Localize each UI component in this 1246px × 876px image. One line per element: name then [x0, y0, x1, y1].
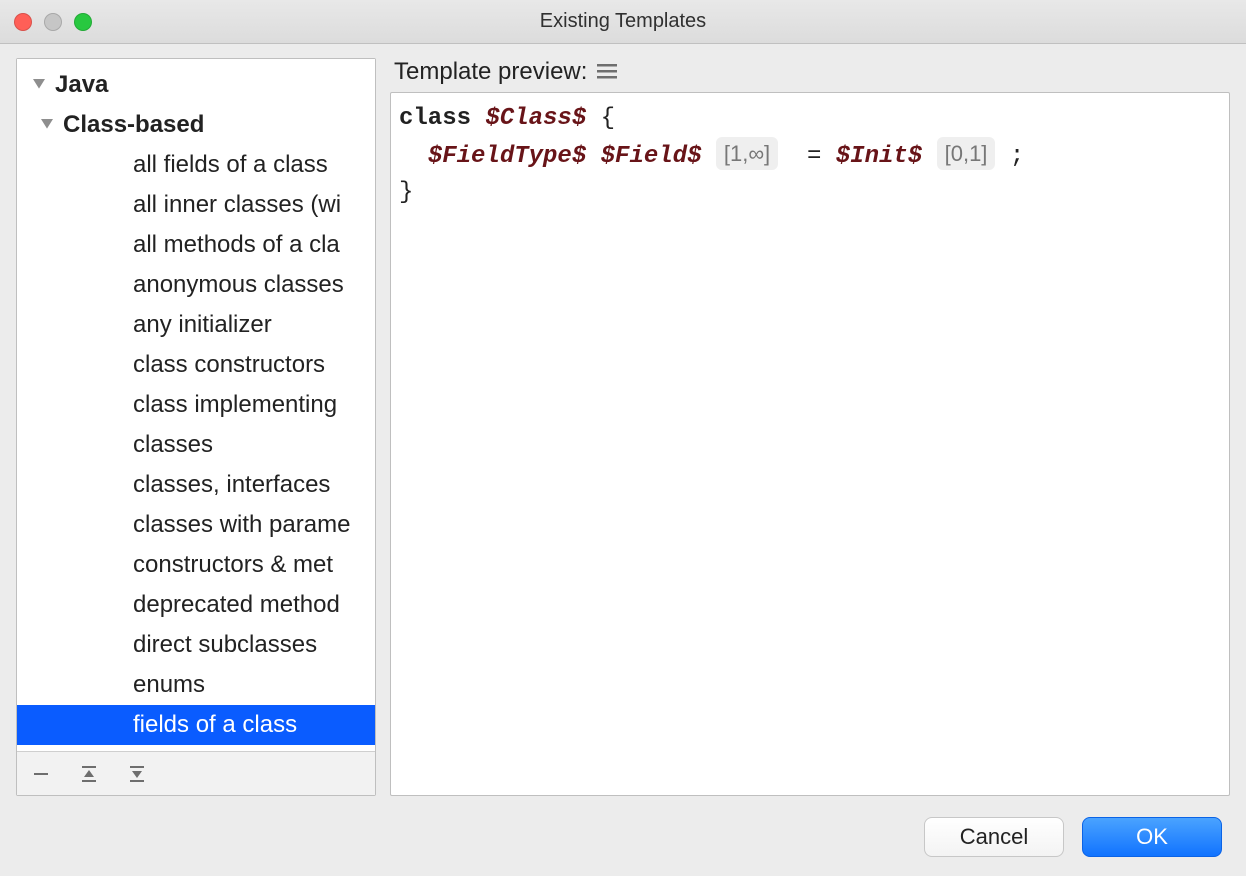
- preview-header-label: Template preview:: [394, 58, 587, 86]
- tree-leaf-label: all inner classes (wi: [133, 191, 341, 219]
- chevron-down-icon: [29, 75, 49, 95]
- tree-leaf-selected[interactable]: fields of a class: [17, 705, 375, 745]
- tree-leaf-label: classes: [133, 431, 213, 459]
- titlebar: Existing Templates: [0, 0, 1246, 44]
- code-brace-open: {: [601, 105, 615, 132]
- tree-toolbar: [17, 751, 375, 795]
- tree-leaf-label: direct subclasses: [133, 631, 317, 659]
- dialog-content: Java Class-based all fields of a class a…: [0, 44, 1246, 812]
- tree-leaf-label: anonymous classes: [133, 271, 344, 299]
- ok-button[interactable]: OK: [1082, 817, 1222, 857]
- expand-all-icon[interactable]: [79, 764, 99, 784]
- tree-leaf-label: class implementing: [133, 391, 337, 419]
- tree-leaf[interactable]: deprecated method: [17, 585, 375, 625]
- code-indent: [399, 143, 428, 170]
- tree-leaf[interactable]: enums: [17, 665, 375, 705]
- tree-leaf[interactable]: direct subclasses: [17, 625, 375, 665]
- template-tree-panel: Java Class-based all fields of a class a…: [16, 58, 376, 796]
- preview-panel: Template preview: class $Class$ { $Field…: [390, 58, 1230, 796]
- tree-leaf[interactable]: all inner classes (wi: [17, 185, 375, 225]
- tree-node-java[interactable]: Java: [17, 65, 375, 105]
- tree-leaf[interactable]: class constructors: [17, 345, 375, 385]
- tree-leaf-label: fields of a class: [133, 711, 297, 739]
- collapse-all-icon[interactable]: [127, 764, 147, 784]
- code-semi: ;: [1010, 143, 1024, 170]
- tree-node-class-based[interactable]: Class-based: [17, 105, 375, 145]
- cancel-button[interactable]: Cancel: [924, 817, 1064, 857]
- preview-header: Template preview:: [390, 58, 1230, 92]
- template-code: class $Class$ { $FieldType$ $Field$ [1,∞…: [399, 101, 1221, 211]
- tree-node-label: Class-based: [63, 111, 204, 139]
- tree-leaf[interactable]: any initializer: [17, 305, 375, 345]
- preview-code-area[interactable]: class $Class$ { $FieldType$ $Field$ [1,∞…: [390, 92, 1230, 796]
- tree-leaf[interactable]: classes with parame: [17, 505, 375, 545]
- tree-leaf[interactable]: all fields of a class: [17, 145, 375, 185]
- tree-leaf-label: classes with parame: [133, 511, 350, 539]
- code-var-field: $Field$: [601, 143, 702, 170]
- window-controls: [14, 13, 92, 31]
- tree-leaf-label: class constructors: [133, 351, 325, 379]
- menu-icon[interactable]: [597, 58, 617, 86]
- tree-leaf[interactable]: classes: [17, 425, 375, 465]
- tree-leaf-label: deprecated method: [133, 591, 340, 619]
- tree-leaf[interactable]: all methods of a cla: [17, 225, 375, 265]
- chevron-down-icon: [37, 115, 57, 135]
- tree-leaf-label: any initializer: [133, 311, 272, 339]
- maximize-window-button[interactable]: [74, 13, 92, 31]
- multiplicity-chip: [0,1]: [937, 137, 996, 170]
- window-title: Existing Templates: [540, 10, 706, 33]
- tree-leaf-label: enums: [133, 671, 205, 699]
- template-tree[interactable]: Java Class-based all fields of a class a…: [17, 59, 375, 751]
- code-eq: =: [793, 143, 836, 170]
- minimize-window-button[interactable]: [44, 13, 62, 31]
- tree-leaf-label: all methods of a cla: [133, 231, 340, 259]
- tree-leaf-label: classes, interfaces: [133, 471, 330, 499]
- close-window-button[interactable]: [14, 13, 32, 31]
- dialog-footer: Cancel OK: [0, 812, 1246, 876]
- code-keyword: class: [399, 105, 471, 132]
- multiplicity-chip: [1,∞]: [716, 137, 778, 170]
- tree-node-label: Java: [55, 71, 108, 99]
- code-brace-close: }: [399, 179, 413, 206]
- tree-leaf-label: constructors & met: [133, 551, 333, 579]
- code-var-init: $Init$: [836, 143, 922, 170]
- code-var-class: $Class$: [485, 105, 586, 132]
- tree-leaf[interactable]: class implementing: [17, 385, 375, 425]
- tree-leaf[interactable]: constructors & met: [17, 545, 375, 585]
- code-var-fieldtype: $FieldType$: [428, 143, 586, 170]
- remove-icon[interactable]: [31, 764, 51, 784]
- tree-leaf-label: all fields of a class: [133, 151, 328, 179]
- tree-leaf[interactable]: classes, interfaces: [17, 465, 375, 505]
- tree-leaf[interactable]: anonymous classes: [17, 265, 375, 305]
